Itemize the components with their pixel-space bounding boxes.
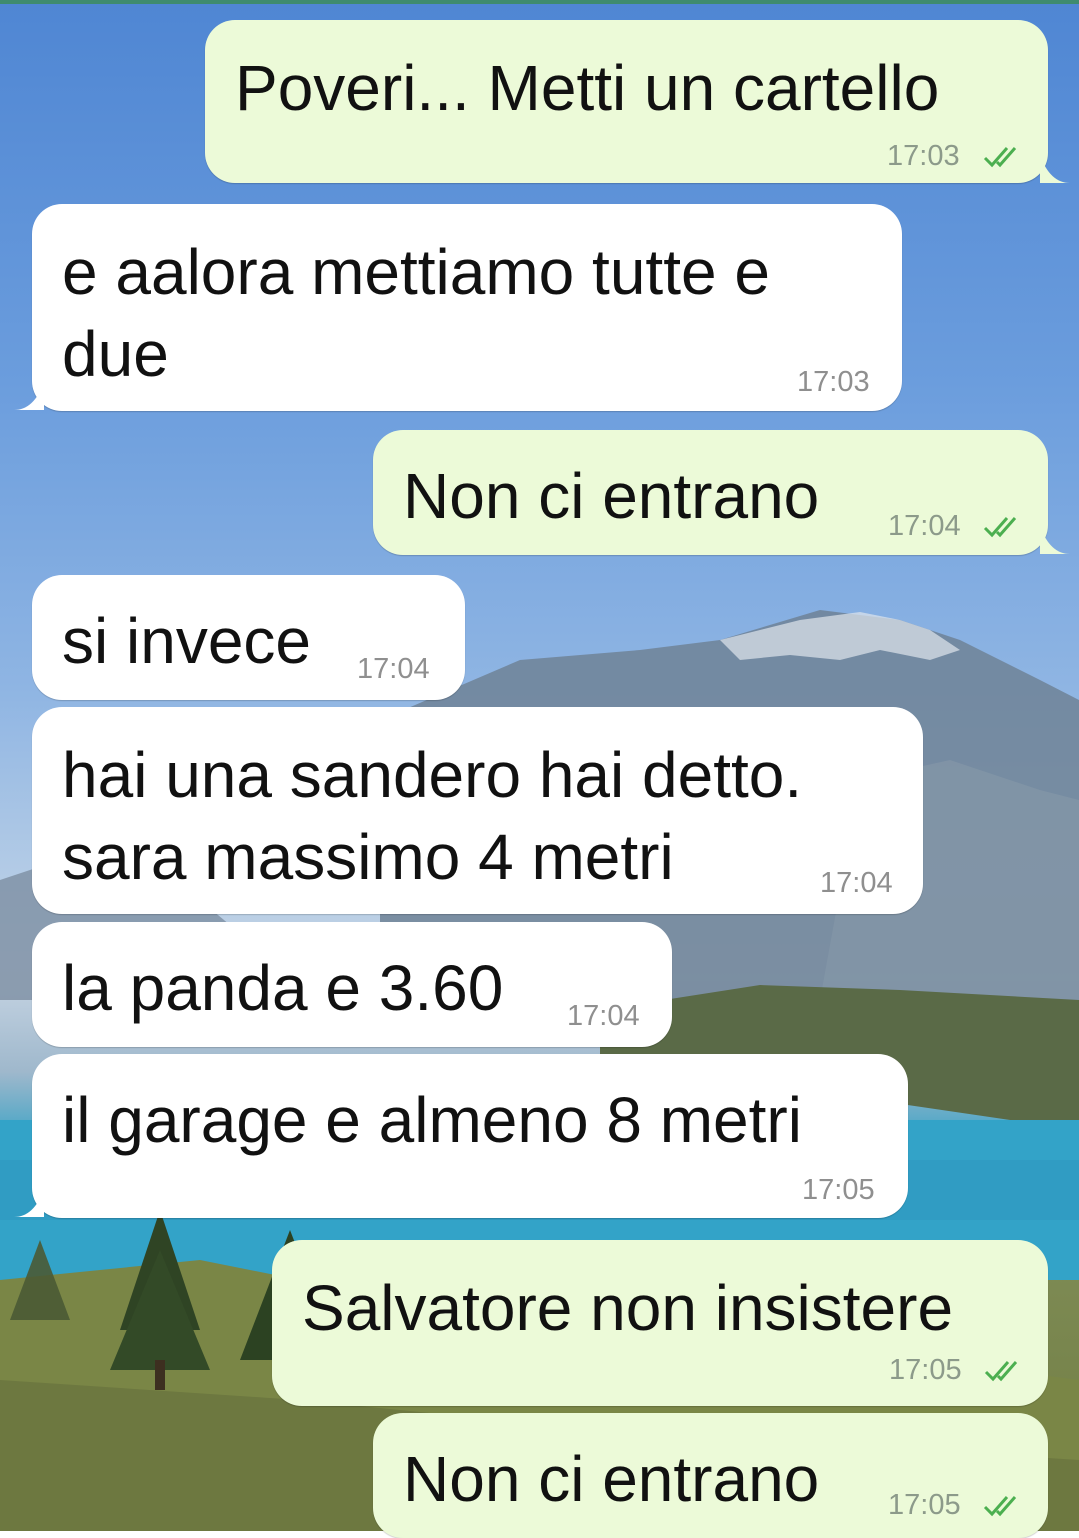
message-bubble-incoming[interactable]: la panda e 3.60 17:04	[32, 922, 672, 1047]
double-check-icon	[983, 517, 1017, 538]
message-timestamp: 17:05	[888, 1489, 961, 1521]
message-text: la panda e 3.60	[62, 952, 504, 1024]
message-bubble-incoming[interactable]: si invece 17:04	[32, 575, 465, 700]
message-bubble-outgoing[interactable]: Salvatore non insistere 17:05	[272, 1240, 1048, 1406]
double-check-icon	[983, 147, 1017, 168]
message-bubble-outgoing[interactable]: Non ci entrano 17:04	[373, 430, 1048, 555]
message-bubble-outgoing[interactable]: Non ci entrano 17:05	[373, 1413, 1048, 1538]
message-bubble-outgoing[interactable]: Poveri... Metti un cartello 17:03	[205, 20, 1048, 183]
message-text: Non ci entrano	[403, 460, 820, 532]
message-bubble-incoming[interactable]: il garage e almeno 8 metri 17:05	[32, 1054, 908, 1218]
message-timestamp: 17:04	[820, 867, 893, 899]
message-timestamp: 17:03	[887, 140, 960, 172]
bubble-tail	[1040, 155, 1070, 183]
bubble-tail	[14, 1189, 44, 1217]
message-timestamp: 17:05	[802, 1174, 875, 1206]
message-bubble-incoming[interactable]: e aalora mettiamo tutte e due 17:03	[32, 204, 902, 411]
bubble-tail	[14, 382, 44, 410]
double-check-icon	[984, 1361, 1018, 1382]
message-text-line: due	[62, 318, 169, 390]
bubble-tail	[1040, 526, 1070, 554]
message-text: Non ci entrano	[403, 1443, 820, 1515]
message-text-line: sara massimo 4 metri	[62, 821, 674, 893]
message-text-line: hai una sandero hai detto.	[62, 739, 803, 811]
message-timestamp: 17:03	[797, 366, 870, 398]
message-timestamp: 17:05	[889, 1354, 962, 1386]
message-text: il garage e almeno 8 metri	[62, 1084, 802, 1156]
double-check-icon	[983, 1496, 1017, 1517]
message-text: si invece	[62, 605, 311, 677]
message-bubble-incoming[interactable]: hai una sandero hai detto. sara massimo …	[32, 707, 923, 914]
message-text: Poveri... Metti un cartello	[235, 52, 940, 124]
message-timestamp: 17:04	[567, 1000, 640, 1032]
message-text: Salvatore non insistere	[302, 1272, 954, 1344]
top-accent-bar	[0, 0, 1079, 4]
message-timestamp: 17:04	[888, 510, 961, 542]
message-timestamp: 17:04	[357, 653, 430, 685]
message-text-line: e aalora mettiamo tutte e	[62, 236, 770, 308]
